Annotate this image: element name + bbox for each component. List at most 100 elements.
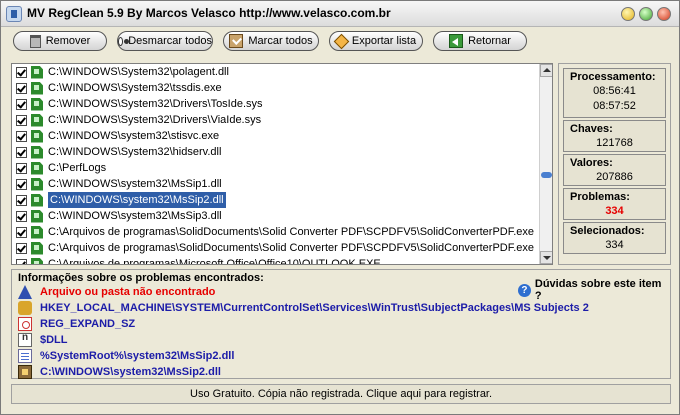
list-item[interactable]: C:\WINDOWS\System32\Drivers\TosIde.sys — [12, 96, 539, 112]
info-error-line: Arquivo ou pasta não encontrado — [18, 284, 215, 300]
item-checkbox[interactable] — [16, 98, 27, 110]
help-icon: ? — [518, 283, 531, 297]
scroll-thumb[interactable] — [541, 172, 552, 178]
value-type-icon — [18, 317, 32, 331]
item-path: C:\WINDOWS\System32\polagent.dll — [48, 66, 229, 78]
item-checkbox[interactable] — [16, 178, 27, 190]
info-value-type: REG_EXPAND_SZ — [40, 318, 136, 330]
keys-value: 121768 — [596, 137, 633, 149]
back-button-label: Retornar — [468, 35, 511, 47]
app-window: MV RegClean 5.9 By Marcos Velasco http:/… — [0, 0, 680, 415]
list-item[interactable]: C:\WINDOWS\system32\MsSip3.dll — [12, 208, 539, 224]
unmark-all-label: Desmarcar todos — [128, 35, 212, 47]
info-key-line: HKEY_LOCAL_MACHINE\SYSTEM\CurrentControl… — [18, 300, 589, 316]
help-link[interactable]: ? Dúvidas sobre este item ? — [518, 278, 670, 302]
file-path-icon — [18, 365, 32, 379]
item-checkbox[interactable] — [16, 66, 27, 78]
registry-entry-icon — [31, 161, 43, 175]
item-path: C:\WINDOWS\System32\Drivers\TosIde.sys — [48, 98, 263, 110]
item-checkbox[interactable] — [16, 82, 27, 94]
help-link-label: Dúvidas sobre este item ? — [534, 278, 662, 302]
list-scrollbar[interactable] — [539, 64, 552, 264]
selected-label: Selecionados: — [570, 225, 645, 237]
checkmark-icon — [229, 34, 244, 48]
item-path: C:\WINDOWS\system32\MsSip1.dll — [48, 178, 222, 190]
info-data-line: %SystemRoot%\system32\MsSip2.dll — [18, 348, 234, 364]
scroll-down-arrow-icon[interactable] — [540, 251, 552, 264]
info-name-line: $DLL — [18, 332, 68, 348]
registry-entry-icon — [31, 241, 43, 255]
minimize-button[interactable] — [621, 7, 635, 21]
values-value: 207886 — [596, 171, 633, 183]
item-path: C:\WINDOWS\system32\stisvc.exe — [48, 130, 220, 142]
item-path: C:\WINDOWS\System32\Drivers\ViaIde.sys — [48, 114, 262, 126]
maximize-button[interactable] — [639, 7, 653, 21]
list-item[interactable]: C:\Arquivos de programas\SolidDocuments\… — [12, 240, 539, 256]
info-file-line: C:\WINDOWS\system32\MsSip2.dll — [18, 364, 221, 380]
eye-icon — [118, 36, 130, 46]
info-panel-title: Informações sobre os problemas encontrad… — [18, 272, 264, 284]
status-bar[interactable]: Uso Gratuito. Cópia não registrada. Cliq… — [11, 384, 671, 404]
keys-label: Chaves: — [570, 123, 613, 135]
list-item[interactable]: C:\WINDOWS\system32\stisvc.exe — [12, 128, 539, 144]
document-icon — [18, 349, 32, 363]
trash-icon — [29, 34, 41, 48]
item-checkbox[interactable] — [16, 226, 27, 238]
mark-all-button[interactable]: Marcar todos — [223, 31, 319, 51]
problems-label: Problemas: — [570, 191, 630, 203]
values-label: Valores: — [570, 157, 613, 169]
list-item[interactable]: C:\PerfLogs — [12, 160, 539, 176]
close-button[interactable] — [657, 7, 671, 21]
remove-button-label: Remover — [45, 35, 91, 47]
unmark-all-button[interactable]: Desmarcar todos — [117, 31, 213, 51]
problem-list[interactable]: C:\WINDOWS\System32\polagent.dll C:\WINDO… — [11, 63, 553, 265]
title-bar[interactable]: MV RegClean 5.9 By Marcos Velasco http:/… — [1, 1, 679, 27]
list-item[interactable]: C:\Arquivos de programas\SolidDocuments\… — [12, 224, 539, 240]
processing-end: 08:57:52 — [593, 100, 636, 112]
item-path: C:\PerfLogs — [48, 162, 107, 174]
export-list-button[interactable]: Exportar lista — [329, 31, 423, 51]
values-box: Valores: 207886 — [563, 154, 666, 186]
selected-box: Selecionados: 334 — [563, 222, 666, 254]
window-title: MV RegClean 5.9 By Marcos Velasco http:/… — [27, 6, 391, 20]
item-checkbox[interactable] — [16, 130, 27, 142]
list-item[interactable]: C:\WINDOWS\System32\polagent.dll — [12, 64, 539, 80]
error-icon — [18, 285, 32, 299]
problems-value: 334 — [605, 205, 624, 217]
back-button[interactable]: Retornar — [433, 31, 527, 51]
info-error-text: Arquivo ou pasta não encontrado — [40, 286, 216, 298]
registry-entry-icon — [31, 193, 43, 207]
processing-start: 08:56:41 — [593, 85, 636, 97]
list-item[interactable]: C:\WINDOWS\System32\tssdis.exe — [12, 80, 539, 96]
registry-entry-icon — [31, 81, 43, 95]
list-item[interactable]: C:\Arquivos de programas\Microsoft Offic… — [12, 256, 539, 264]
item-path: C:\Arquivos de programas\SolidDocuments\… — [48, 242, 535, 254]
registry-entry-icon — [31, 97, 43, 111]
selected-value: 334 — [605, 239, 624, 251]
back-arrow-icon — [449, 34, 464, 48]
registry-entry-icon — [31, 65, 43, 79]
item-checkbox[interactable] — [16, 258, 27, 264]
list-item[interactable]: C:\WINDOWS\System32\Drivers\ViaIde.sys — [12, 112, 539, 128]
export-icon — [333, 33, 350, 49]
registry-key-icon — [18, 301, 32, 315]
item-checkbox[interactable] — [16, 210, 27, 222]
item-checkbox[interactable] — [16, 162, 27, 174]
processing-label: Processamento: — [570, 71, 656, 83]
registry-entry-icon — [31, 209, 43, 223]
remove-button[interactable]: Remover — [13, 31, 107, 51]
list-item[interactable]: C:\WINDOWS\System32\hidserv.dll — [12, 144, 539, 160]
item-path: C:\WINDOWS\system32\MsSip3.dll — [48, 210, 222, 222]
scroll-up-arrow-icon[interactable] — [540, 64, 552, 77]
item-checkbox[interactable] — [16, 194, 27, 206]
registration-link[interactable]: Uso Gratuito. Cópia não registrada. Cliq… — [190, 388, 492, 400]
item-checkbox[interactable] — [16, 114, 27, 126]
item-checkbox[interactable] — [16, 146, 27, 158]
item-path: C:\WINDOWS\System32\tssdis.exe — [48, 82, 222, 94]
item-path: C:\Arquivos de programas\SolidDocuments\… — [48, 226, 535, 238]
problem-list-items: C:\WINDOWS\System32\polagent.dll C:\WINDO… — [12, 64, 539, 264]
item-checkbox[interactable] — [16, 242, 27, 254]
list-item[interactable]: C:\WINDOWS\system32\MsSip1.dll — [12, 176, 539, 192]
list-item[interactable]: C:\WINDOWS\system32\MsSip2.dll — [12, 192, 539, 208]
registry-entry-icon — [31, 129, 43, 143]
